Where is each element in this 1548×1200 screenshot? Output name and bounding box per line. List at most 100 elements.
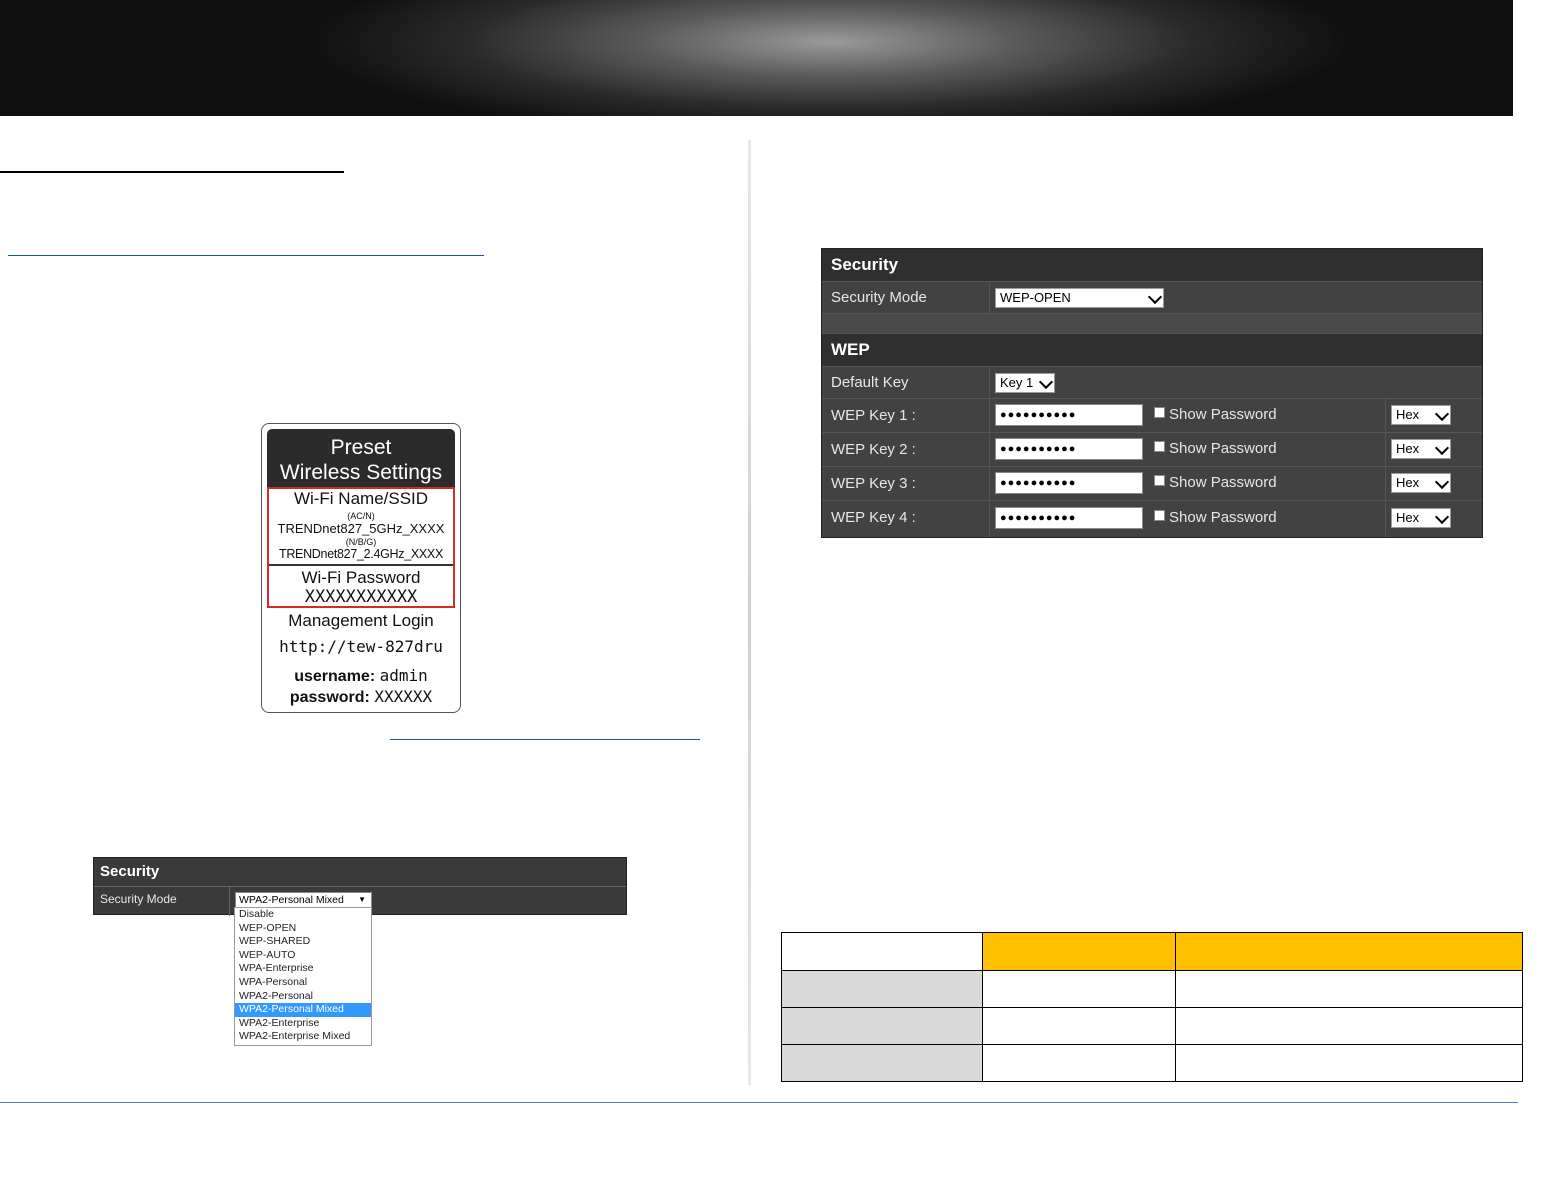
- table-cell: [982, 970, 1176, 1008]
- ssid-title: Wi-Fi Name/SSID: [293, 489, 429, 508]
- security-mode-dropdown-list: Disable WEP-OPEN WEP-SHARED WEP-AUTO WPA…: [234, 907, 372, 1046]
- management-url: http://tew-827dru: [279, 637, 443, 656]
- heading-underline: [0, 171, 344, 173]
- wep-key-label: WEP Key 1 :: [831, 407, 916, 424]
- chevron-down-icon: [1038, 374, 1054, 390]
- link-underline-2[interactable]: [390, 739, 700, 740]
- security-mode-select[interactable]: WPA2-Personal Mixed ▼: [235, 892, 372, 908]
- key-format-value: Hex: [1396, 441, 1420, 456]
- key-format-select[interactable]: Hex: [1391, 508, 1451, 528]
- key-format-select[interactable]: Hex: [1391, 473, 1451, 493]
- label-column-divider: [989, 399, 990, 432]
- show-password-label: Show Password: [1169, 509, 1277, 526]
- chevron-down-icon: [1147, 289, 1163, 305]
- username-label: username:: [294, 668, 376, 685]
- panel-spacer: [822, 314, 1482, 334]
- show-password-checkbox[interactable]: [1154, 407, 1165, 418]
- security-title: Security: [831, 255, 899, 274]
- sticker-title-line2: Wireless Settings: [279, 461, 443, 484]
- wep-key-input[interactable]: ●●●●●●●●●●: [995, 472, 1143, 494]
- wep-key-row: WEP Key 4 : ●●●●●●●●●● Show Password Hex: [822, 501, 1482, 537]
- key-format-select[interactable]: Hex: [1391, 405, 1451, 425]
- chevron-down-icon: [1434, 509, 1450, 525]
- security-mode-label: Security Mode: [831, 289, 927, 306]
- label-column-divider: [989, 282, 990, 313]
- security-mode-select[interactable]: WEP-OPEN: [995, 288, 1164, 308]
- dropdown-option[interactable]: WEP-SHARED: [235, 935, 371, 949]
- table-header-cell: [982, 932, 1176, 971]
- security-wep-panel: Security Security Mode WEP-OPEN WEP Defa…: [821, 248, 1483, 538]
- column-divider-small: [229, 886, 230, 916]
- wep-key-input[interactable]: ●●●●●●●●●●: [995, 438, 1143, 460]
- wep-key-row: WEP Key 3 : ●●●●●●●●●● Show Password Hex: [822, 467, 1482, 501]
- label-column-divider: [989, 433, 990, 466]
- password-value: XXXXXX: [374, 687, 433, 706]
- dropdown-option[interactable]: WEP-AUTO: [235, 949, 371, 963]
- show-password-checkbox[interactable]: [1154, 475, 1165, 486]
- security-panel-title: Security: [100, 863, 160, 880]
- format-column-divider: [1385, 433, 1386, 466]
- wifi-password-title: Wi-Fi Password: [301, 568, 421, 587]
- format-column-divider: [1385, 501, 1386, 537]
- table-cell: [781, 1007, 983, 1045]
- table-cell: [1175, 1044, 1523, 1082]
- column-divider: [748, 140, 751, 1085]
- table-row: [781, 1044, 1523, 1082]
- table-header-cell: [1175, 932, 1523, 971]
- wep-key-input[interactable]: ●●●●●●●●●●: [995, 507, 1143, 529]
- dropdown-option[interactable]: WEP-OPEN: [235, 922, 371, 936]
- table-header-row: [781, 932, 1523, 971]
- dropdown-option[interactable]: Disable: [235, 908, 371, 922]
- show-password-checkbox[interactable]: [1154, 510, 1165, 521]
- table-cell: [1175, 1007, 1523, 1045]
- username-line: username: admin: [262, 666, 460, 686]
- wep-key-row: WEP Key 2 : ●●●●●●●●●● Show Password Hex: [822, 433, 1482, 467]
- table-header-cell: [781, 932, 983, 971]
- dropdown-option[interactable]: WPA-Enterprise: [235, 962, 371, 976]
- table-cell: [1175, 970, 1523, 1008]
- table-row: [781, 970, 1523, 1008]
- comparison-table: [781, 932, 1523, 1082]
- link-underline[interactable]: [8, 255, 484, 256]
- preset-wireless-settings-label: Preset Wireless Settings Wi-Fi Name/SSID…: [261, 423, 461, 713]
- label-column-divider: [989, 367, 990, 398]
- sticker-header: Preset Wireless Settings: [267, 429, 455, 487]
- security-mode-value: WEP-OPEN: [1000, 290, 1071, 305]
- dropdown-option[interactable]: WPA-Personal: [235, 976, 371, 990]
- wep-key-label: WEP Key 4 :: [831, 509, 916, 526]
- table-row: [781, 1007, 1523, 1045]
- security-mode-row: Security Mode WEP-OPEN: [822, 282, 1482, 314]
- sticker-credentials-box: Wi-Fi Name/SSID (AC/N) TRENDnet827_5GHz_…: [267, 487, 455, 608]
- chevron-down-icon: [1434, 474, 1450, 490]
- wep-key-label: WEP Key 2 :: [831, 441, 916, 458]
- chevron-down-icon: [1434, 440, 1450, 456]
- key-format-value: Hex: [1396, 407, 1420, 422]
- wep-title: WEP: [831, 340, 870, 359]
- ssid-5ghz: TRENDnet827_5GHz_XXXX: [277, 521, 445, 536]
- security-mode-label: Security Mode: [100, 892, 177, 906]
- show-password-label: Show Password: [1169, 406, 1277, 423]
- show-password-label: Show Password: [1169, 440, 1277, 457]
- default-key-row: Default Key Key 1: [822, 367, 1482, 399]
- default-key-select[interactable]: Key 1: [995, 373, 1055, 393]
- show-password-checkbox[interactable]: [1154, 441, 1165, 452]
- band-24ghz: (N/B/G): [345, 537, 377, 547]
- table-cell: [982, 1007, 1176, 1045]
- dropdown-option[interactable]: WPA2-Enterprise: [235, 1017, 371, 1031]
- default-key-label: Default Key: [831, 374, 909, 391]
- format-column-divider: [1385, 399, 1386, 432]
- band-5ghz: (AC/N): [347, 511, 375, 521]
- security-mode-selected: WPA2-Personal Mixed: [239, 894, 344, 906]
- dropdown-option-selected[interactable]: WPA2-Personal Mixed: [235, 1003, 371, 1017]
- wifi-password-value: XXXXXXXXXXX: [304, 587, 418, 607]
- dropdown-option[interactable]: WPA2-Enterprise Mixed: [235, 1030, 371, 1044]
- key-format-value: Hex: [1396, 475, 1420, 490]
- table-cell: [781, 1044, 983, 1082]
- default-key-value: Key 1: [1000, 375, 1034, 390]
- key-format-select[interactable]: Hex: [1391, 439, 1451, 459]
- dropdown-option[interactable]: WPA2-Personal: [235, 990, 371, 1004]
- password-line: password: XXXXXX: [262, 687, 460, 707]
- wep-key-input[interactable]: ●●●●●●●●●●: [995, 404, 1143, 426]
- management-login-title: Management Login: [288, 611, 434, 630]
- ssid-24ghz: TRENDnet827_2.4GHz_XXXX: [278, 547, 444, 561]
